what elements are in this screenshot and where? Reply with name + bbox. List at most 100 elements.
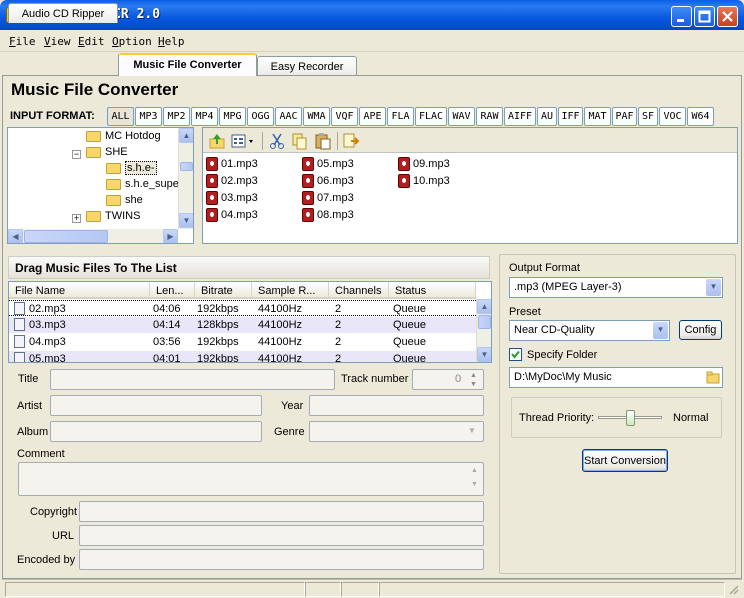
- comment-scroll-icon[interactable]: ▲ ▼: [471, 464, 478, 492]
- format-button-all[interactable]: ALL: [107, 107, 134, 126]
- preset-select[interactable]: Near CD-Quality ▼: [509, 320, 670, 341]
- collapse-toggle[interactable]: −: [72, 150, 81, 159]
- tree-vscrollbar[interactable]: ▲ ▼: [178, 128, 193, 229]
- format-button-mp3[interactable]: MP3: [135, 107, 162, 126]
- close-button[interactable]: [717, 6, 738, 27]
- tree-item-she-lower[interactable]: she: [106, 194, 143, 210]
- tab-audio-cd-ripper[interactable]: Audio CD Ripper: [8, 3, 118, 23]
- browser-file-item[interactable]: 07.mp3: [302, 191, 354, 205]
- tab-easy-recorder[interactable]: Easy Recorder: [257, 56, 357, 76]
- scroll-up-icon[interactable]: ▲: [179, 128, 193, 143]
- view-mode-icon[interactable]: [231, 132, 257, 150]
- tree-item-mc-hotdog[interactable]: MC Hotdog: [86, 130, 161, 146]
- encoded-by-field[interactable]: [79, 549, 484, 570]
- specify-folder-checkbox[interactable]: [509, 348, 522, 361]
- cut-icon[interactable]: [268, 132, 286, 150]
- add-to-list-icon[interactable]: [343, 132, 361, 150]
- format-button-fla[interactable]: FLA: [387, 107, 414, 126]
- folder-tree[interactable]: MC Hotdog − SHE s.h.e- s.h.e_super she +…: [7, 127, 194, 244]
- format-button-aac[interactable]: AAC: [275, 107, 302, 126]
- browser-file-item[interactable]: 02.mp3: [206, 174, 258, 188]
- tree-item-she[interactable]: SHE: [86, 146, 128, 162]
- format-button-raw[interactable]: RAW: [476, 107, 503, 126]
- format-button-aiff[interactable]: AIFF: [504, 107, 536, 126]
- format-button-mp2[interactable]: MP2: [163, 107, 190, 126]
- list-row[interactable]: 04.mp3 03:56 192kbps 44100Hz 2 Queue: [9, 334, 476, 350]
- format-button-au[interactable]: AU: [537, 107, 557, 126]
- scroll-down-icon[interactable]: ▼: [477, 347, 491, 362]
- format-button-wma[interactable]: WMA: [303, 107, 330, 126]
- column-header[interactable]: Channels: [329, 282, 389, 299]
- list-row[interactable]: 02.mp3 04:06 192kbps 44100Hz 2 Queue: [9, 300, 476, 316]
- column-header[interactable]: Status: [389, 282, 476, 299]
- year-field[interactable]: [309, 395, 484, 416]
- format-button-mpg[interactable]: MPG: [219, 107, 246, 126]
- format-button-vqf[interactable]: VQF: [331, 107, 358, 126]
- menu-file[interactable]: File: [9, 35, 36, 48]
- hscroll-thumb[interactable]: [24, 230, 108, 243]
- list-row[interactable]: 03.mp3 04:14 128kbps 44100Hz 2 Queue: [9, 317, 476, 333]
- tree-hscrollbar[interactable]: ◀ ▶: [8, 229, 178, 243]
- browser-file-item[interactable]: 08.mp3: [302, 208, 354, 222]
- format-button-voc[interactable]: VOC: [659, 107, 686, 126]
- folder-up-icon[interactable]: [208, 132, 226, 150]
- maximize-button[interactable]: [694, 6, 715, 27]
- browser-file-item[interactable]: 01.mp3: [206, 157, 258, 171]
- format-button-sf[interactable]: SF: [638, 107, 658, 126]
- tree-item-twins[interactable]: TWINS: [86, 210, 140, 226]
- column-header[interactable]: Len...: [150, 282, 195, 299]
- list-row[interactable]: 05.mp3 04:01 192kbps 44100Hz 2 Queue: [9, 351, 476, 362]
- column-header[interactable]: Sample R...: [252, 282, 329, 299]
- format-button-w64[interactable]: W64: [687, 107, 714, 126]
- chevron-down-icon[interactable]: ▼: [653, 322, 668, 339]
- column-header[interactable]: File Name: [9, 282, 150, 299]
- format-button-paf[interactable]: PAF: [612, 107, 637, 126]
- comment-field[interactable]: ▲ ▼: [18, 462, 484, 496]
- column-header[interactable]: Bitrate: [195, 282, 252, 299]
- format-button-iff[interactable]: IFF: [558, 107, 583, 126]
- menu-edit[interactable]: Edit: [78, 35, 105, 48]
- browser-file-item[interactable]: 10.mp3: [398, 174, 450, 188]
- scroll-thumb[interactable]: [478, 315, 491, 329]
- thread-priority-slider[interactable]: [626, 410, 635, 426]
- browse-folder-icon[interactable]: [706, 371, 720, 384]
- url-field[interactable]: [79, 525, 484, 546]
- conversion-list[interactable]: File Name Len... Bitrate Sample R... Channel…: [8, 281, 492, 363]
- minimize-button[interactable]: [671, 6, 692, 27]
- menu-option[interactable]: Option: [112, 35, 152, 48]
- browser-file-item[interactable]: 03.mp3: [206, 191, 258, 205]
- scroll-up-icon[interactable]: ▲: [477, 299, 491, 314]
- scroll-down-icon[interactable]: ▼: [179, 213, 193, 228]
- list-vscrollbar[interactable]: ▲ ▼: [476, 299, 491, 362]
- tree-item-she-super[interactable]: s.h.e_super: [106, 178, 182, 194]
- chevron-down-icon[interactable]: ▼: [706, 279, 721, 296]
- scroll-left-icon[interactable]: ◀: [8, 229, 23, 243]
- copy-icon[interactable]: [291, 132, 309, 150]
- format-button-wav[interactable]: WAV: [448, 107, 475, 126]
- format-button-flac[interactable]: FLAC: [415, 107, 447, 126]
- menu-help[interactable]: Help: [158, 35, 185, 48]
- output-format-select[interactable]: .mp3 (MPEG Layer-3) ▼: [509, 277, 723, 298]
- expand-toggle[interactable]: +: [72, 214, 81, 223]
- scroll-right-icon[interactable]: ▶: [163, 229, 178, 243]
- tree-item-she-dash[interactable]: s.h.e-: [106, 161, 157, 178]
- config-button[interactable]: Config: [679, 320, 722, 340]
- paste-icon[interactable]: [314, 132, 332, 150]
- menu-view[interactable]: View: [44, 35, 71, 48]
- album-field[interactable]: [50, 421, 262, 442]
- format-button-ogg[interactable]: OGG: [247, 107, 274, 126]
- track-number-stepper[interactable]: 0 ▲ ▼: [412, 369, 484, 390]
- browser-file-item[interactable]: 04.mp3: [206, 208, 258, 222]
- browser-file-item[interactable]: 05.mp3: [302, 157, 354, 171]
- artist-field[interactable]: [50, 395, 262, 416]
- format-button-mat[interactable]: MAT: [584, 107, 611, 126]
- genre-select[interactable]: ▼: [309, 421, 484, 442]
- browser-file-item[interactable]: 09.mp3: [398, 157, 450, 171]
- tab-music-file-converter[interactable]: Music File Converter: [118, 53, 257, 76]
- resize-grip-icon[interactable]: [728, 584, 740, 596]
- stepper-arrows-icon[interactable]: ▲ ▼: [470, 371, 477, 389]
- browser-file-item[interactable]: 06.mp3: [302, 174, 354, 188]
- format-button-mp4[interactable]: MP4: [191, 107, 218, 126]
- format-button-ape[interactable]: APE: [359, 107, 386, 126]
- title-field[interactable]: [50, 369, 335, 390]
